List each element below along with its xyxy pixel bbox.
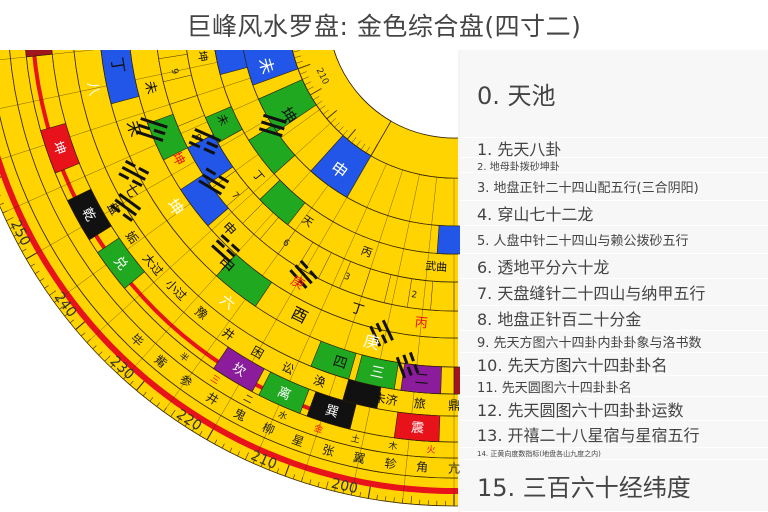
hexagram-label: 旅 — [413, 396, 426, 411]
layer-item-13[interactable]: 13. 开禧二十八星宿与星宿五行 — [460, 421, 768, 448]
layer-item-12[interactable]: 12. 先天圆图六十四卦卦运数 — [460, 397, 768, 421]
compass-canvas[interactable]: 200210220230240250260氐亢角轸翼张星柳鬼井参觜毕十火木土金水… — [0, 50, 460, 512]
compass-view[interactable]: 200210220230240250260氐亢角轸翼张星柳鬼井参觜毕十火木土金水… — [0, 50, 460, 512]
layer-list[interactable]: 0. 天池 1. 先天八卦 2. 地母卦拨砂坤卦 3. 地盘正针二十四山配五行(… — [460, 50, 768, 512]
layer-item-11[interactable]: 11. 先天圆图六十四卦卦名 — [460, 376, 768, 397]
mountain-label: 丁 — [107, 56, 128, 75]
layer-item-6[interactable]: 6. 透地平分六十龙 — [460, 254, 768, 279]
star-label: 角 — [416, 460, 429, 475]
layer-item-10[interactable]: 10. 先天方图六十四卦卦名 — [460, 353, 768, 376]
app-screen: 巨峰风水罗盘: 金色综合盘(四寸二) 200210220230240250260… — [0, 0, 768, 512]
page-title: 巨峰风水罗盘: 金色综合盘(四寸二) — [186, 12, 582, 41]
trigram-ring-cell — [436, 225, 460, 255]
inner-label: 武曲 — [425, 260, 448, 275]
star-label: 轸 — [384, 456, 398, 472]
layer-item-5[interactable]: 5. 人盘中针二十四山与赖公拨砂五行 — [460, 226, 768, 254]
small-mark-label: 火 — [426, 444, 436, 455]
layer-item-14[interactable]: 14. 正黄向度数指标(地盘各山九度之内) — [460, 448, 768, 460]
title-bar: 巨峰风水罗盘: 金色综合盘(四寸二) — [0, 0, 768, 50]
layer-item-0[interactable]: 0. 天池 — [460, 50, 768, 138]
trigram-label: 震 — [410, 421, 424, 437]
star-label: 亢 — [448, 460, 460, 475]
layer-item-3[interactable]: 3. 地盘正针二十四山配五行(三合阴阳) — [460, 173, 768, 201]
layer-item-8[interactable]: 8. 地盘正针百二十分金 — [460, 306, 768, 331]
layer-item-4[interactable]: 4. 穿山七十二龙 — [460, 201, 768, 226]
layer-item-15[interactable]: 15. 三百六十经纬度 — [460, 460, 768, 512]
layer-item-7[interactable]: 7. 天盘缝针二十四山与纳甲五行 — [460, 279, 768, 306]
layer-item-9[interactable]: 9. 先天方图六十四卦内卦卦象与洛书数 — [460, 331, 768, 353]
layer-item-1[interactable]: 1. 先天八卦 — [460, 138, 768, 158]
layer-item-2[interactable]: 2. 地母卦拨砂坤卦 — [460, 158, 768, 173]
hexagram-label: 鼎 — [448, 398, 460, 412]
stem-label: 丙 — [414, 315, 429, 331]
number-label: 二 — [414, 371, 429, 388]
